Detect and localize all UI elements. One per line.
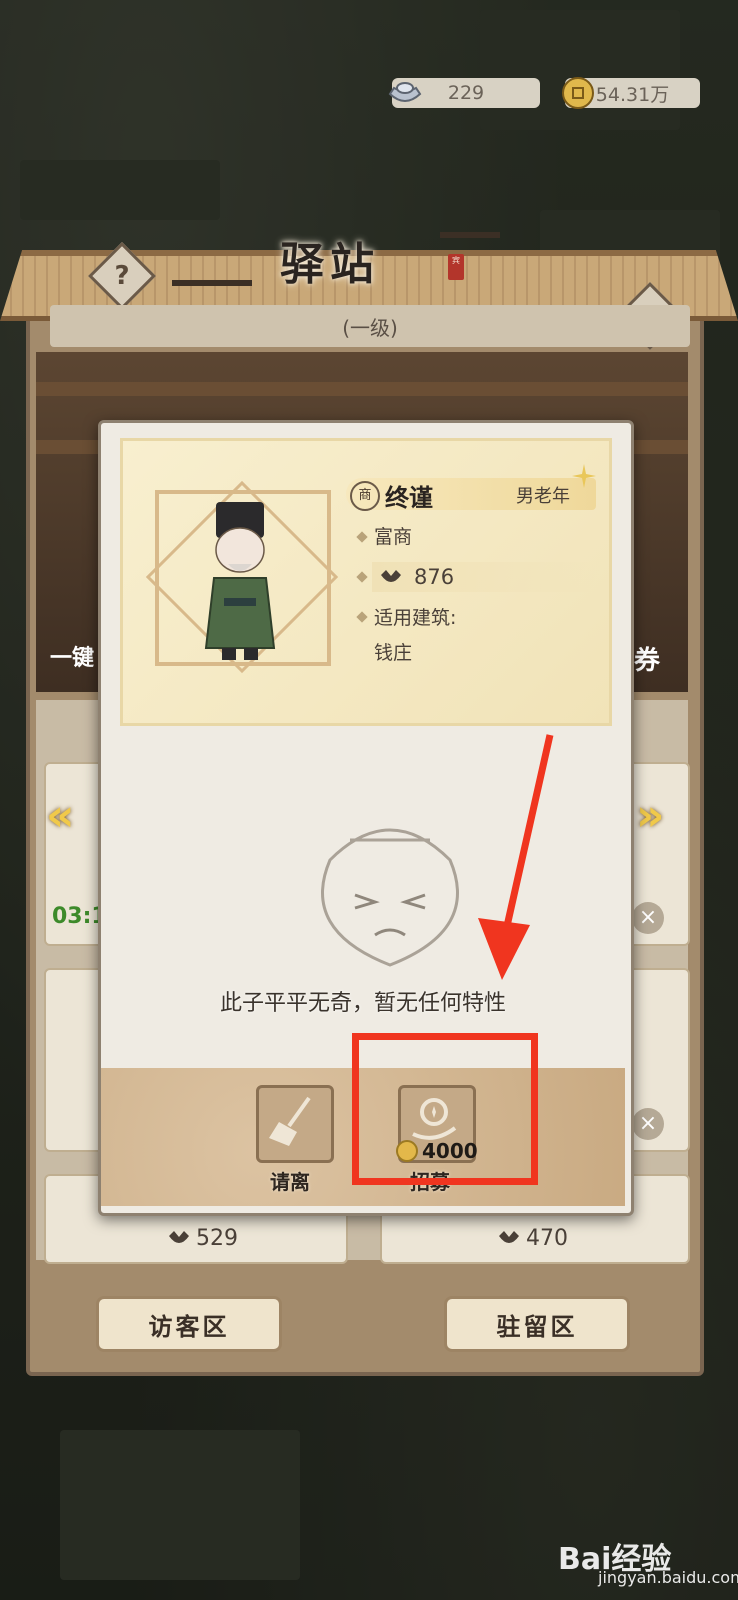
chevron-right-icon[interactable]: » [636,790,676,841]
tab-label: 访客区 [148,1312,230,1341]
page-title: 驿站 [280,239,380,290]
tab-stay-area[interactable]: 驻留区 [444,1296,630,1352]
no-trait-illustration [321,828,459,967]
building-label: 适用建筑: [374,607,457,629]
level-bar: (一级) [50,305,690,347]
visitor-stat: 876 [414,565,455,589]
title-plate: 驿站 [180,225,480,295]
silver-counter[interactable]: 229 [388,78,540,108]
close-icon[interactable]: × [632,902,664,934]
copper-coin-icon [562,77,594,109]
silver-amount: 229 [447,82,485,104]
coin-amount: 54.31万 [595,83,670,106]
voucher-label[interactable]: 券 [634,640,660,677]
silver-ingot-icon [388,82,422,102]
card-value: 529 [196,1226,238,1251]
card-value: 470 [526,1226,568,1251]
visitor-name: 终谨 [385,484,433,512]
sparkle-icon [572,464,596,488]
tab-label: 驻留区 [496,1312,578,1341]
annotation-highlight-box [352,1033,538,1185]
broom-icon [269,1096,311,1146]
chevron-left-icon[interactable]: « [46,790,86,841]
dismiss-button[interactable] [256,1085,334,1163]
building-value: 钱庄 [374,642,413,664]
heart-hands-icon [499,1231,519,1243]
merchant-portrait [204,502,276,660]
hall-beam [36,382,688,396]
tab-visitor-area[interactable]: 访客区 [96,1296,282,1352]
visitor-tag: 男老年 [516,486,570,507]
heart-hands-icon [381,570,401,582]
stat-bar [372,562,600,592]
level-label: (一级) [342,315,398,340]
close-icon[interactable]: × [632,1108,664,1140]
heart-hands-icon [169,1231,189,1243]
visitor-occupation: 富商 [374,526,413,548]
seal-stamp: 宾 [448,254,464,280]
coin-counter[interactable]: 54.31万 [562,77,700,109]
merchant-badge-icon: 商 [350,481,380,511]
quick-action-label[interactable]: 一键 [50,640,94,672]
no-trait-text: 此子平平无奇，暂无任何特性 [219,991,506,1016]
watermark-url: jingyan.baidu.com [598,1568,738,1587]
help-icon: ? [114,261,130,291]
dismiss-label[interactable]: 请离 [270,1166,310,1195]
